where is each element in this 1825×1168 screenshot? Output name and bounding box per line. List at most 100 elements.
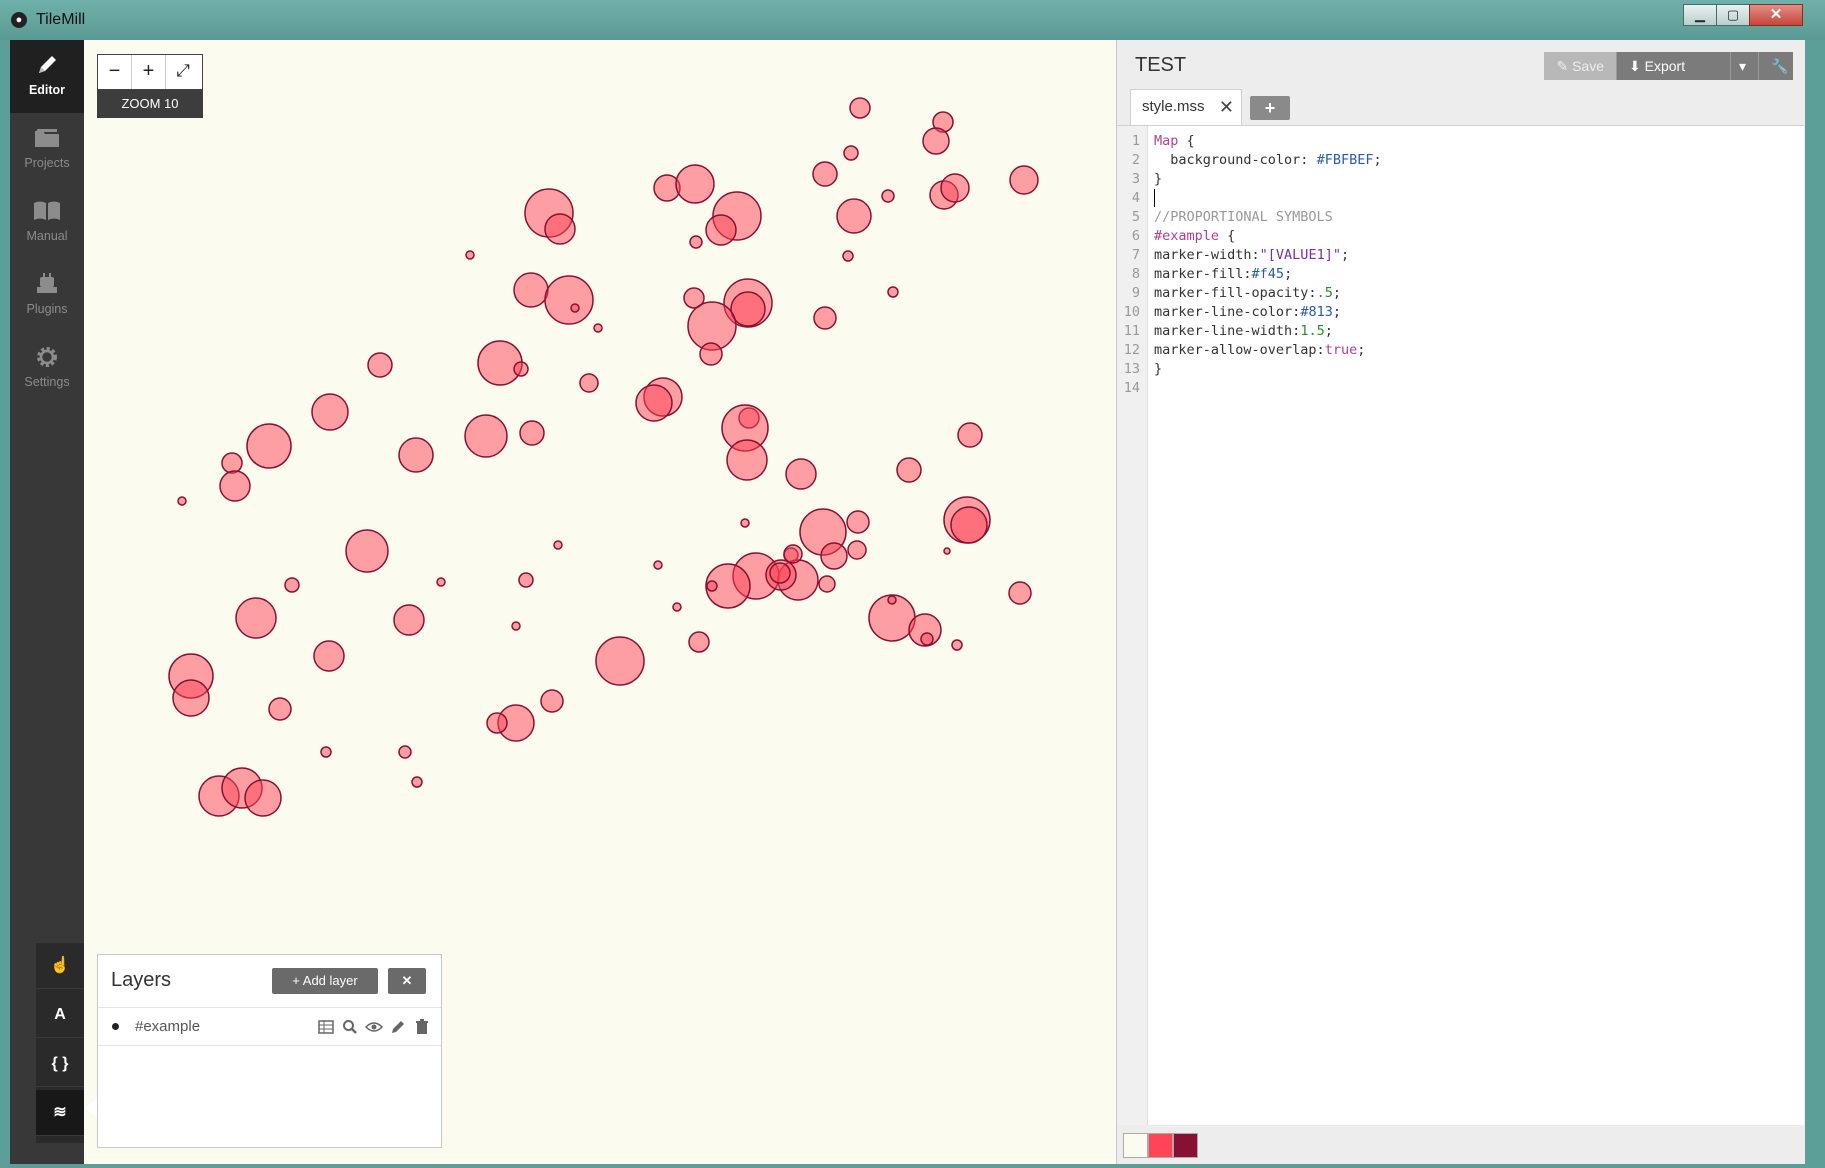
layers-panel: Layers + Add layer ✕ #example bbox=[97, 954, 442, 1148]
close-button[interactable]: ✕ bbox=[1749, 4, 1803, 26]
map-marker bbox=[813, 306, 837, 330]
map-marker bbox=[268, 697, 292, 721]
map-marker bbox=[320, 746, 332, 758]
tab-style-mss[interactable]: style.mss ✕ bbox=[1130, 89, 1242, 125]
edit-icon[interactable] bbox=[389, 1018, 407, 1036]
gear-icon bbox=[37, 347, 57, 367]
pencil-icon bbox=[39, 56, 56, 73]
map-marker bbox=[345, 529, 389, 573]
sidebar-item-settings[interactable]: Settings bbox=[10, 332, 84, 405]
layer-row[interactable]: #example bbox=[98, 1007, 441, 1046]
map-marker bbox=[943, 547, 951, 555]
code-editor[interactable]: 1 Map {2 background-color: #FBFBEF; 3} 4 5//… bbox=[1117, 125, 1804, 1125]
map-marker bbox=[653, 560, 663, 570]
map-marker bbox=[699, 342, 723, 366]
palette-swatch[interactable] bbox=[1173, 1133, 1198, 1158]
carto-tool-button[interactable]: { } bbox=[36, 1041, 84, 1087]
tab-close-icon[interactable]: ✕ bbox=[1219, 90, 1234, 124]
code-text: background-color: #FBFBEF; bbox=[1154, 152, 1382, 168]
eye-icon[interactable] bbox=[364, 1018, 384, 1036]
map-marker bbox=[398, 745, 412, 759]
window-title: TileMill bbox=[36, 11, 86, 28]
map-marker bbox=[398, 437, 434, 473]
map-marker bbox=[464, 414, 508, 458]
add-tab-button[interactable]: + bbox=[1250, 96, 1290, 120]
map-marker bbox=[957, 422, 983, 448]
map-marker bbox=[411, 776, 423, 788]
map-marker bbox=[544, 275, 594, 325]
maximize-button[interactable]: ▢ bbox=[1716, 4, 1750, 26]
map-marker bbox=[570, 303, 580, 313]
map-marker bbox=[843, 145, 859, 161]
hand-icon: ☝ bbox=[50, 957, 70, 974]
map-marker bbox=[726, 439, 768, 481]
map-marker bbox=[672, 602, 682, 612]
save-label: Save bbox=[1572, 58, 1604, 74]
sidebar-item-manual[interactable]: Manual bbox=[10, 186, 84, 259]
map-marker bbox=[842, 250, 854, 262]
map-marker bbox=[1009, 165, 1039, 195]
map-marker bbox=[836, 198, 872, 234]
map-marker bbox=[436, 577, 446, 587]
map-marker bbox=[513, 361, 529, 377]
fullscreen-button[interactable]: ⤢ bbox=[166, 55, 200, 89]
project-title: TEST bbox=[1135, 54, 1187, 76]
export-label: Export bbox=[1644, 58, 1686, 74]
map-marker bbox=[518, 572, 534, 588]
wrench-icon[interactable]: 🔧 bbox=[1759, 52, 1793, 80]
sidebar-item-label: Editor bbox=[28, 83, 66, 97]
zoom-in-button[interactable]: + bbox=[132, 55, 166, 89]
window-controls: ▁ ▢ ✕ bbox=[1683, 4, 1803, 26]
palette-swatch[interactable] bbox=[1123, 1133, 1148, 1158]
editor-toolbar: ✎ Save ⬇ Export ▾ 🔧 bbox=[1544, 52, 1793, 80]
map-view[interactable]: − + ⤢ ZOOM 10 Layers + Add layer ✕ #exam… bbox=[84, 40, 1116, 1164]
map-marker bbox=[465, 250, 475, 260]
search-icon[interactable] bbox=[341, 1018, 359, 1036]
map-marker bbox=[244, 779, 282, 817]
folder-icon bbox=[35, 129, 59, 147]
layer-tools bbox=[317, 1018, 431, 1036]
map-marker bbox=[940, 173, 970, 203]
pan-tool-button[interactable]: ☝ bbox=[36, 943, 84, 989]
plug-icon bbox=[37, 273, 57, 293]
map-marker bbox=[219, 470, 251, 502]
font-icon: A bbox=[54, 1006, 66, 1023]
map-marker bbox=[221, 452, 243, 474]
add-layer-button[interactable]: + Add layer bbox=[272, 968, 378, 994]
map-marker bbox=[235, 597, 277, 639]
line-number: 14 bbox=[1123, 380, 1140, 396]
map-marker bbox=[689, 235, 703, 249]
map-marker bbox=[393, 604, 425, 636]
editor-panel: TEST ✎ Save ⬇ Export ▾ 🔧 style.mss ✕ + 1… bbox=[1116, 40, 1805, 1164]
close-layers-button[interactable]: ✕ bbox=[388, 968, 426, 994]
map-marker bbox=[513, 272, 549, 308]
map-marker bbox=[785, 458, 817, 490]
map-marker bbox=[688, 631, 710, 653]
map-marker bbox=[769, 562, 791, 584]
map-marker bbox=[896, 457, 922, 483]
sidebar-item-label: Plugins bbox=[26, 302, 68, 316]
map-marker bbox=[595, 636, 645, 686]
code-text: } bbox=[1154, 171, 1163, 187]
layers-panel-pointer bbox=[85, 1098, 97, 1118]
export-button[interactable]: ⬇ Export bbox=[1617, 52, 1731, 80]
palette-swatch[interactable] bbox=[1148, 1133, 1173, 1158]
sidebar-item-editor[interactable]: Editor bbox=[10, 40, 84, 113]
fonts-tool-button[interactable]: A bbox=[36, 992, 84, 1038]
plus-icon: + bbox=[292, 973, 303, 988]
code-text: } bbox=[1154, 361, 1163, 377]
trash-icon[interactable] bbox=[413, 1018, 431, 1036]
export-dropdown-button[interactable]: ▾ bbox=[1731, 52, 1759, 80]
minimize-button[interactable]: ▁ bbox=[1683, 4, 1717, 26]
sidebar-item-plugins[interactable]: Plugins bbox=[10, 259, 84, 332]
map-marker bbox=[887, 286, 899, 298]
save-button[interactable]: ✎ Save bbox=[1544, 52, 1617, 80]
sidebar-item-projects[interactable]: Projects bbox=[10, 113, 84, 186]
table-icon[interactable] bbox=[317, 1018, 335, 1036]
layer-name: #example bbox=[135, 1018, 201, 1035]
map-marker bbox=[849, 97, 871, 119]
layers-tool-button[interactable]: ≋ bbox=[36, 1090, 84, 1136]
zoom-out-button[interactable]: − bbox=[98, 55, 132, 89]
map-marker bbox=[177, 496, 187, 506]
map-marker bbox=[477, 340, 523, 386]
